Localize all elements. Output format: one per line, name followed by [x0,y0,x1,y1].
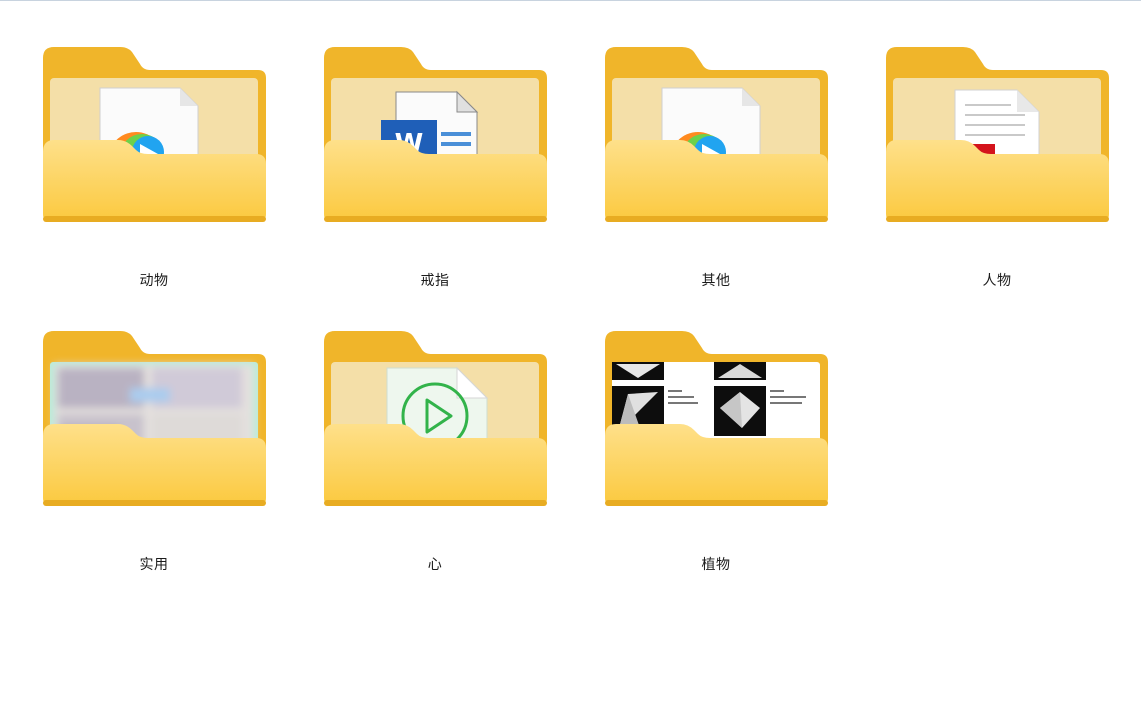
folder-icon [883,44,1111,224]
folder-icon [602,44,830,224]
folder-item[interactable]: 其他 [602,44,830,304]
folder-item[interactable]: 心 [321,328,549,588]
folder-icon [40,44,268,224]
folder-item[interactable]: 实用 [40,328,268,588]
folder-label: 实用 [139,557,169,573]
folder-icon [602,328,830,508]
folder-icon [40,328,268,508]
folder-item[interactable]: W 戒指 [321,44,549,304]
folder-label: 动物 [139,273,169,289]
folder-label: 心 [427,557,443,573]
folder-label: 戒指 [420,273,450,289]
folder-grid: 动物 W [0,0,1141,720]
folder-item[interactable]: 植物 [602,328,830,588]
folder-item[interactable]: 人物 [883,44,1111,304]
folder-label: 其他 [701,273,731,289]
folder-icon: W [321,44,549,224]
folder-icon [321,328,549,508]
folder-label: 植物 [701,557,731,573]
folder-label: 人物 [982,273,1012,289]
folder-item[interactable]: 动物 [40,44,268,304]
